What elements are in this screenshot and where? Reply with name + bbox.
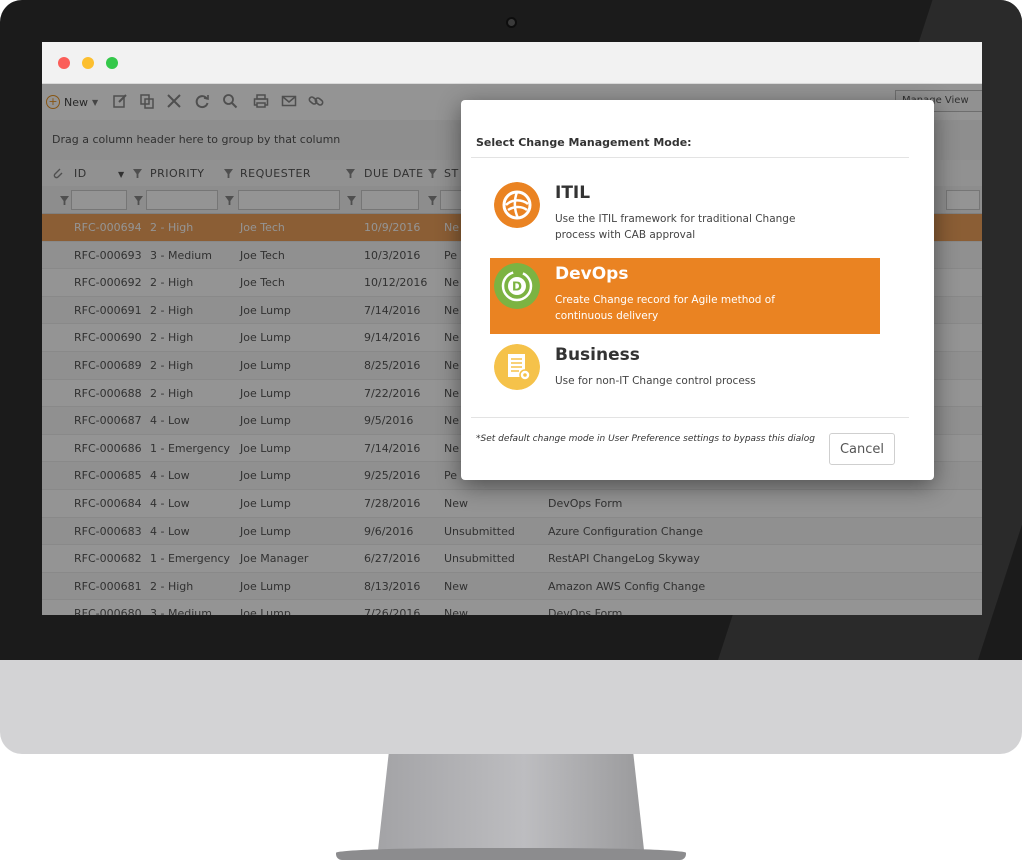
devops-icon: D — [494, 263, 540, 309]
divider — [471, 417, 909, 418]
divider — [471, 157, 909, 158]
monitor-stand — [378, 754, 644, 850]
option-business-description: Use for non-IT Change control process — [555, 375, 756, 387]
option-business[interactable]: Business Use for non-IT Change control p… — [490, 339, 880, 415]
window-titlebar — [42, 42, 982, 84]
cancel-button[interactable]: Cancel — [829, 433, 895, 465]
minimize-window-button[interactable] — [82, 57, 94, 69]
dialog-footnote: *Set default change mode in User Prefere… — [476, 434, 816, 444]
option-itil-description: Use the ITIL framework for traditional C… — [555, 213, 796, 241]
change-mode-dialog: Select Change Management Mode: ITIL Use … — [461, 100, 934, 480]
monitor-chin — [0, 660, 1022, 754]
dialog-title: Select Change Management Mode: — [476, 136, 692, 149]
svg-text:D: D — [512, 280, 522, 294]
option-devops[interactable]: D DevOps Create Change record for Agile … — [490, 258, 880, 334]
maximize-window-button[interactable] — [106, 57, 118, 69]
option-devops-description: Create Change record for Agile method of… — [555, 294, 775, 322]
imac-mockup: + New ▼ Manage View Drag a column header… — [0, 0, 1022, 865]
option-itil[interactable]: ITIL Use the ITIL framework for traditio… — [490, 177, 880, 253]
itil-icon — [494, 182, 540, 228]
option-devops-name: DevOps — [555, 264, 629, 284]
option-itil-name: ITIL — [555, 183, 591, 203]
monitor-stand-foot — [336, 848, 686, 860]
option-business-name: Business — [555, 345, 640, 365]
camera-icon — [506, 17, 517, 28]
close-window-button[interactable] — [58, 57, 70, 69]
business-icon — [494, 344, 540, 390]
